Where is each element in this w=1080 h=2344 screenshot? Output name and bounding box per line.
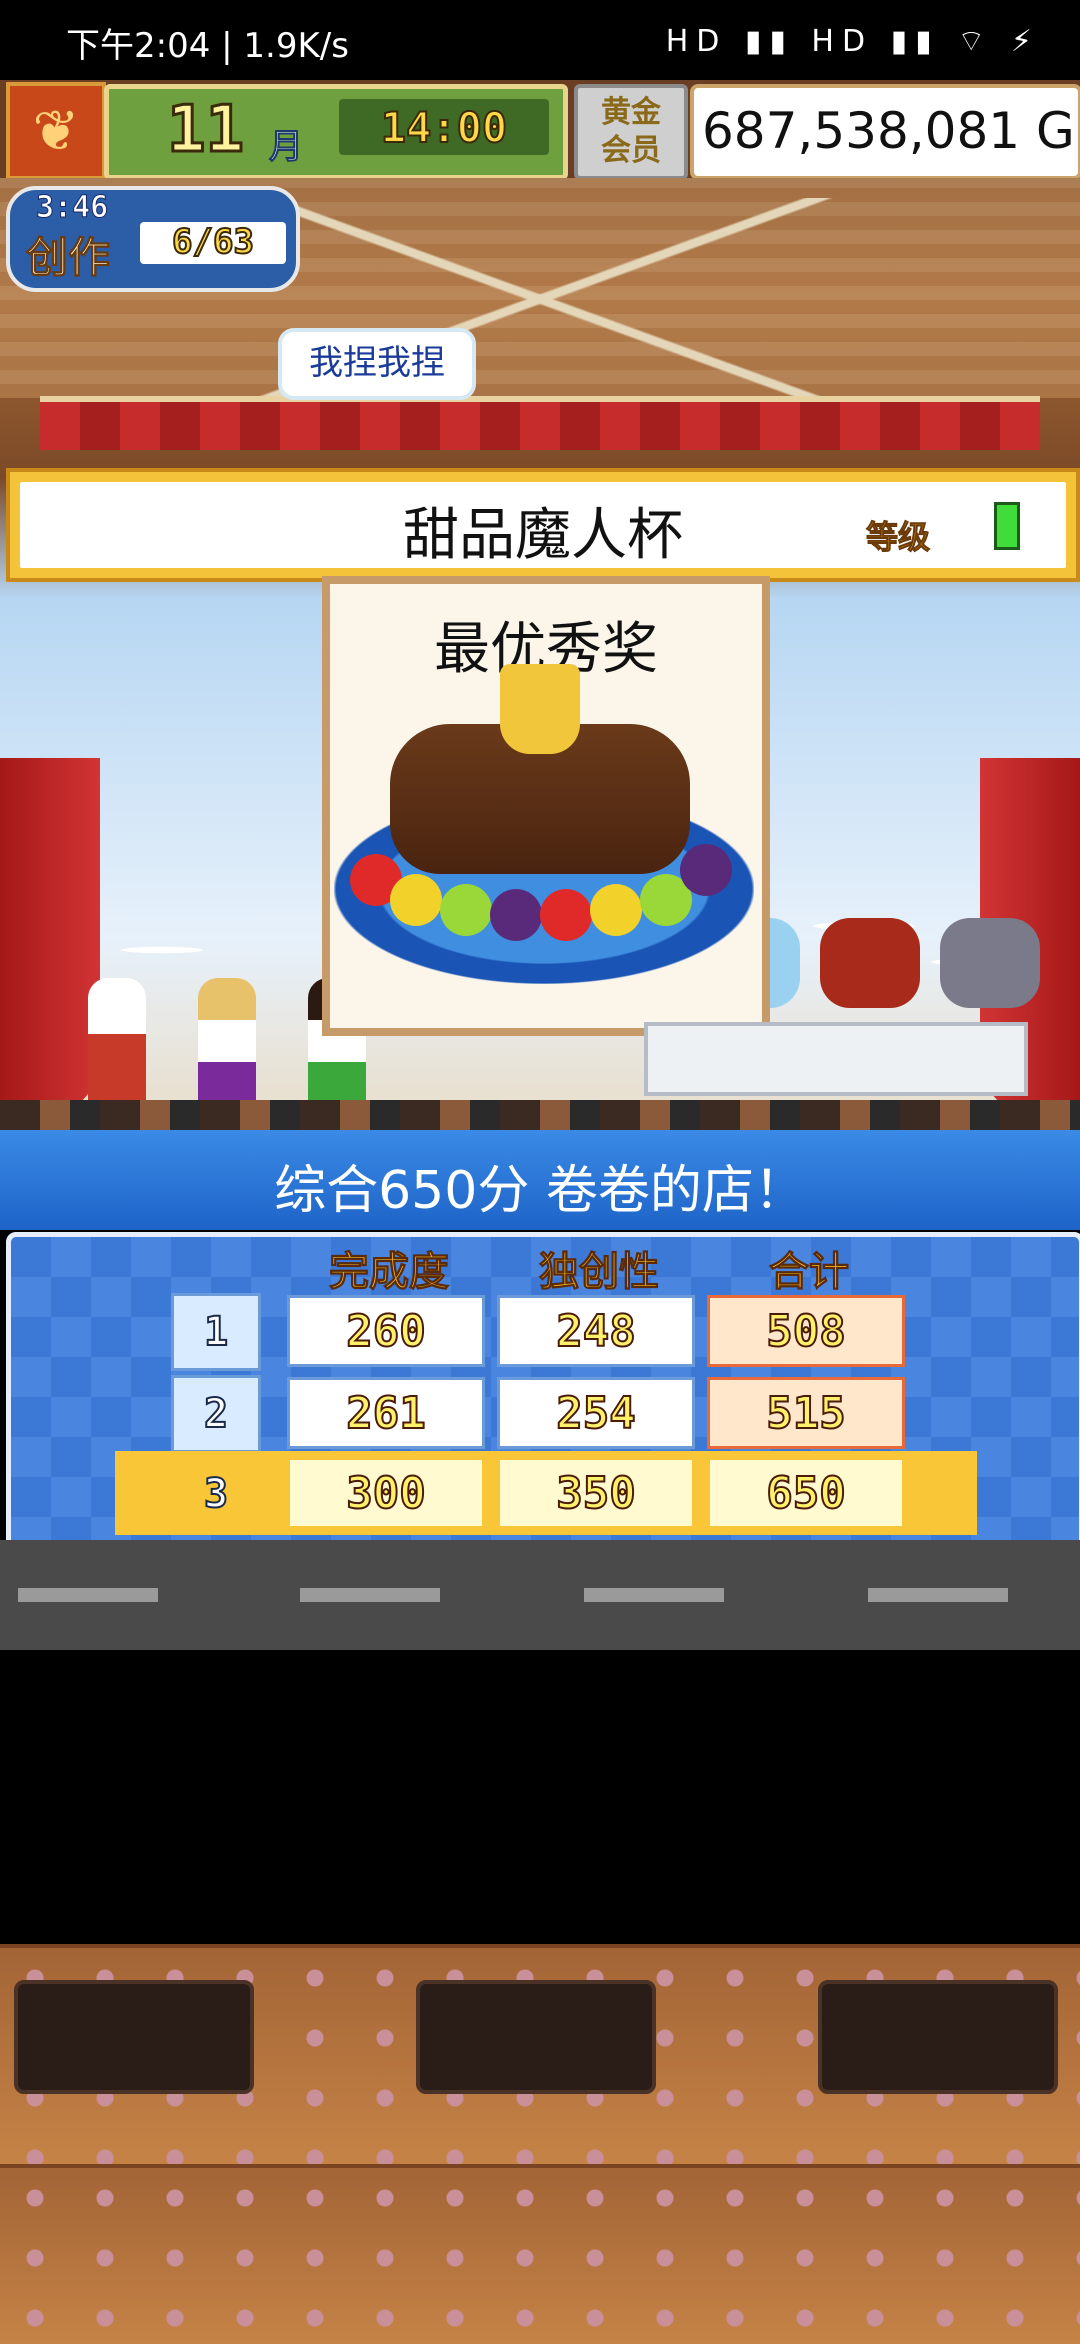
judge-table [644,1022,1028,1096]
road-dash [300,1588,440,1602]
grape-icon [680,844,732,896]
maple-leaf-icon[interactable]: ❦ [6,82,106,180]
money-display: 687,538,081 G [690,84,1080,180]
speech-bubble: 我捏我捏 [278,328,476,400]
score-row: 2 261 254 515 [11,1375,1079,1453]
road-dash [18,1588,158,1602]
month-number: 11 [165,92,245,169]
strawberry-icon [540,889,592,941]
originality-score: 254 [497,1377,695,1449]
road-dash [584,1588,724,1602]
rank-number: 1 [171,1293,261,1371]
rank-number: 2 [171,1375,261,1453]
money-value: 687,538,081 G [702,102,1075,160]
award-panel: 最优秀奖 [322,576,770,1036]
pineapple-icon [390,874,442,926]
chef-character[interactable] [88,978,146,1118]
originality-score: 350 [497,1457,695,1529]
clock: 14:00 [380,102,508,153]
creation-label: 创作 [25,233,111,283]
total-score: 650 [707,1457,905,1529]
road [0,1540,1080,1650]
speech-bubble-text: 我捏我捏 [309,343,445,383]
completion-score: 260 [287,1295,485,1367]
melon-icon [440,884,492,936]
gold-member-label-2: 会员 [601,133,661,168]
shelf-slot[interactable] [14,1980,254,2094]
staff-character[interactable] [198,978,256,1118]
total-score: 515 [707,1377,905,1449]
bottom-shelf [0,2164,1080,2344]
month-label: 月 [269,127,304,168]
column-header-completion: 完成度 [329,1249,450,1296]
audience-crowd [0,1100,1080,1130]
completion-score: 261 [287,1377,485,1449]
completion-score: 300 [287,1457,485,1529]
column-header-total: 合计 [769,1249,850,1296]
score-row: 1 260 248 508 [11,1293,1079,1371]
bottom-shelf [0,1944,1080,2164]
rank-tag: 等级 [865,518,931,557]
pineapple-icon [590,884,642,936]
total-score: 508 [707,1295,905,1367]
shelf-slot[interactable] [818,1980,1058,2094]
judge-fire-dragon [820,918,920,1008]
judge-knight [940,918,1040,1008]
gold-member-button[interactable]: 黄金 会员 [574,84,688,180]
score-table: 完成度 独创性 合计 1 260 248 508 2 261 254 515 3… [6,1232,1080,1550]
road-dash [868,1588,1008,1602]
awning [40,396,1040,450]
contest-banner-inner: 甜品魔人杯 等级 [20,482,1066,568]
creation-timer: 3:46 [35,190,109,226]
creation-count: 6/63 [140,221,286,264]
rank-level-bar [994,502,1020,550]
result-summary: 综合650分 卷卷的店！ [274,1161,806,1221]
column-header-originality: 独创性 [539,1249,660,1296]
originality-score: 248 [497,1295,695,1367]
gold-member-label-1: 黄金 [601,95,661,130]
rank-number: 3 [171,1455,261,1533]
shelf-slot[interactable] [416,1980,656,2094]
status-icons: HD ▮▮ HD ▮▮ ⌔ ⚡ [665,24,1040,59]
contest-banner: 甜品魔人杯 等级 [6,468,1080,582]
score-row-current: 3 300 350 650 [11,1451,1079,1535]
clock-box: 14:00 [339,99,549,155]
date-panel[interactable]: 11 月 14:00 [104,84,568,180]
creation-panel[interactable]: 3:46 创作 6/63 [6,186,300,292]
status-bar: 下午2:04 | 1.9K/s HD ▮▮ HD ▮▮ ⌔ ⚡ [0,0,1080,80]
result-summary-bar: 综合650分 卷卷的店！ [0,1130,1080,1230]
grape-icon [490,889,542,941]
trophy-icon [500,664,580,754]
status-time: 下午2:04 | 1.9K/s [66,26,349,66]
